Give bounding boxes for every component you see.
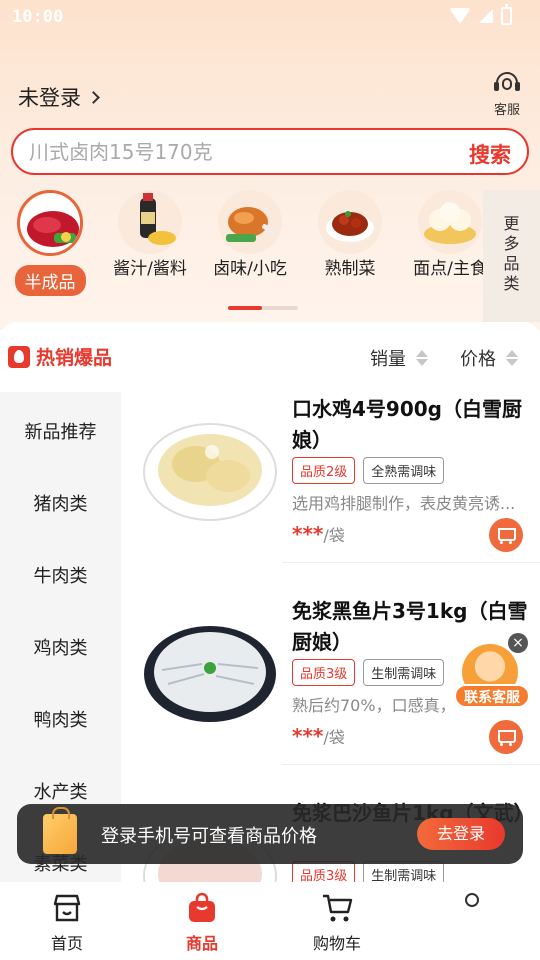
fire-icon bbox=[8, 345, 30, 368]
add-to-cart-icon[interactable] bbox=[489, 720, 523, 754]
price-unit: /袋 bbox=[323, 526, 345, 545]
contact-service-label: 联系客服 bbox=[454, 684, 530, 708]
category-label: 酱汁/酱料 bbox=[113, 259, 187, 279]
status-time: 10:00 bbox=[12, 7, 64, 27]
customer-service-button[interactable]: 客服 bbox=[490, 70, 524, 118]
chevron-right-icon bbox=[87, 90, 100, 104]
tab-label: 商品 bbox=[185, 934, 218, 953]
product-image bbox=[142, 412, 278, 524]
sort-by-sales[interactable]: 销量 bbox=[370, 345, 428, 371]
product-tags: 品质3级 生制需调味 bbox=[292, 861, 445, 882]
cart-icon bbox=[321, 892, 353, 924]
prep-tag: 全熟需调味 bbox=[363, 457, 445, 484]
divider bbox=[282, 562, 540, 563]
customer-service-label: 客服 bbox=[493, 103, 520, 118]
search-button[interactable]: 搜索 bbox=[469, 139, 511, 169]
category-label: 熟制菜 bbox=[324, 259, 376, 279]
category-label: 卤味/小吃 bbox=[213, 259, 287, 279]
category-item-sauce[interactable]: 酱汁/酱料 bbox=[100, 190, 200, 279]
product-title: 口水鸡4号900g（白雪厨娘） bbox=[292, 397, 522, 452]
battery-icon bbox=[501, 4, 512, 25]
wifi-icon bbox=[449, 8, 471, 24]
category-label: 面点/主食 bbox=[413, 259, 487, 279]
search-bar: 搜索 bbox=[11, 128, 529, 175]
tab-home[interactable]: 首页 bbox=[22, 892, 112, 954]
prep-tag: 生制需调味 bbox=[363, 659, 445, 686]
quality-tag: 品质3级 bbox=[292, 861, 356, 882]
sort-price-label: 价格 bbox=[460, 349, 496, 370]
sidebar-item-pork[interactable]: 猪肉类 bbox=[0, 490, 121, 516]
status-icons bbox=[449, 4, 512, 25]
product-tags: 品质2级 全熟需调味 bbox=[292, 457, 445, 484]
shopping-bag-icon bbox=[186, 892, 218, 924]
category-item-cooked-dishes[interactable]: 熟制菜 bbox=[300, 190, 400, 279]
tab-products[interactable]: 商品 bbox=[157, 892, 247, 954]
hot-products-tab[interactable]: 热销爆品 bbox=[8, 343, 112, 370]
product-description: 选用鸡排腿制作，表皮黄亮诱... bbox=[292, 494, 516, 513]
tab-label: 购物车 bbox=[312, 934, 361, 953]
tab-label: 首页 bbox=[50, 934, 83, 953]
headset-icon bbox=[494, 70, 520, 96]
category-label: 半成品 bbox=[14, 265, 86, 296]
sidebar-item-seafood[interactable]: 水产类 bbox=[0, 778, 121, 804]
divider bbox=[282, 764, 540, 765]
sidebar-item-new[interactable]: 新品推荐 bbox=[0, 418, 121, 444]
store-icon bbox=[51, 892, 83, 924]
category-image-sauce bbox=[118, 190, 182, 254]
go-login-button[interactable]: 去登录 bbox=[417, 818, 505, 850]
price-unit: /袋 bbox=[323, 728, 345, 747]
category-image-semi-finished bbox=[17, 190, 83, 256]
product-price: ***/袋 bbox=[292, 522, 345, 546]
tab-cart[interactable]: 购物车 bbox=[292, 892, 382, 954]
quality-tag: 品质2级 bbox=[292, 457, 356, 484]
sort-sales-label: 销量 bbox=[370, 349, 406, 370]
category-image-cooked-dishes bbox=[318, 190, 382, 254]
category-image-braised-snacks bbox=[218, 190, 282, 254]
category-item-semi-finished[interactable]: 半成品 bbox=[0, 190, 100, 296]
login-label: 未登录 bbox=[18, 86, 81, 110]
sidebar-item-duck[interactable]: 鸭肉类 bbox=[0, 706, 121, 732]
category-image-noodles-staples bbox=[418, 190, 482, 254]
price-mask: *** bbox=[292, 522, 324, 546]
sidebar-item-chicken[interactable]: 鸡肉类 bbox=[0, 634, 121, 660]
search-input[interactable] bbox=[29, 138, 449, 166]
prep-tag: 生制需调味 bbox=[363, 861, 445, 882]
sort-arrows-icon bbox=[506, 349, 518, 367]
product-tags: 品质3级 生制需调味 bbox=[292, 659, 445, 686]
close-icon[interactable]: × bbox=[508, 633, 528, 653]
more-categories-label: 更多品类 bbox=[503, 214, 520, 293]
contact-service-float[interactable]: 联系客服 × bbox=[454, 633, 530, 712]
login-link[interactable]: 未登录 bbox=[18, 82, 100, 112]
more-categories-button[interactable]: 更多品类 bbox=[483, 190, 540, 322]
shopping-bag-icon bbox=[43, 807, 77, 854]
sort-by-price[interactable]: 价格 bbox=[460, 345, 518, 371]
price-mask: *** bbox=[292, 724, 324, 748]
add-to-cart-icon[interactable] bbox=[489, 518, 523, 552]
sort-arrows-icon bbox=[416, 349, 428, 367]
sidebar-item-beef[interactable]: 牛肉类 bbox=[0, 562, 121, 588]
hot-products-label: 热销爆品 bbox=[36, 347, 113, 369]
product-image bbox=[142, 614, 278, 726]
category-strip: 半成品 酱汁/酱料 卤味/小吃 熟制菜 面点/主食 bbox=[0, 190, 487, 300]
signal-icon bbox=[479, 9, 493, 23]
status-bar: 10:00 bbox=[0, 0, 540, 34]
toast-message: 登录手机号可查看商品价格 bbox=[101, 826, 317, 847]
login-toast: 登录手机号可查看商品价格 去登录 bbox=[17, 804, 523, 864]
product-price: ***/袋 bbox=[292, 724, 345, 748]
bottom-tab-bar: 首页 商品 购物车 bbox=[0, 882, 540, 960]
quality-tag: 品质3级 bbox=[292, 659, 356, 686]
circle-icon bbox=[465, 893, 479, 907]
category-scroll-indicator bbox=[228, 306, 298, 310]
category-item-braised-snacks[interactable]: 卤味/小吃 bbox=[200, 190, 300, 279]
